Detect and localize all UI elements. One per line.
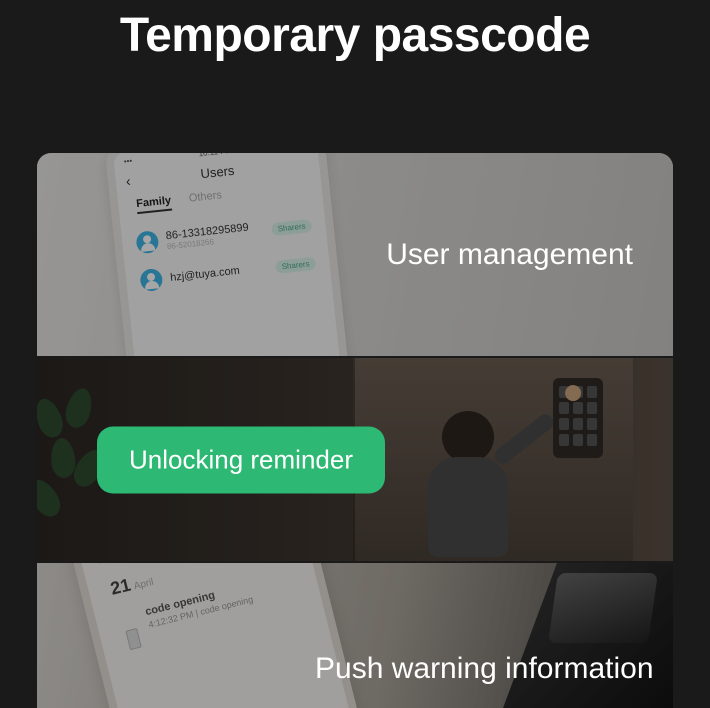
card-label-unlocking-reminder: Unlocking reminder — [97, 426, 385, 493]
feature-cards: ••• 10:11 PM ⚙ ⚡ 100% ▮ ‹ Users Family O… — [0, 153, 710, 708]
card-unlocking-reminder: Unlocking reminder — [37, 358, 673, 561]
card-push-warning: ‹ 21April code opening 4:12:32 PM | code… — [37, 563, 673, 708]
card-label-user-management: User management — [386, 238, 633, 272]
card-user-management: ••• 10:11 PM ⚙ ⚡ 100% ▮ ‹ Users Family O… — [37, 153, 673, 356]
overlay — [37, 563, 673, 708]
card-label-push-warning: Push warning information — [315, 652, 654, 686]
page-title: Temporary passcode — [0, 0, 710, 153]
